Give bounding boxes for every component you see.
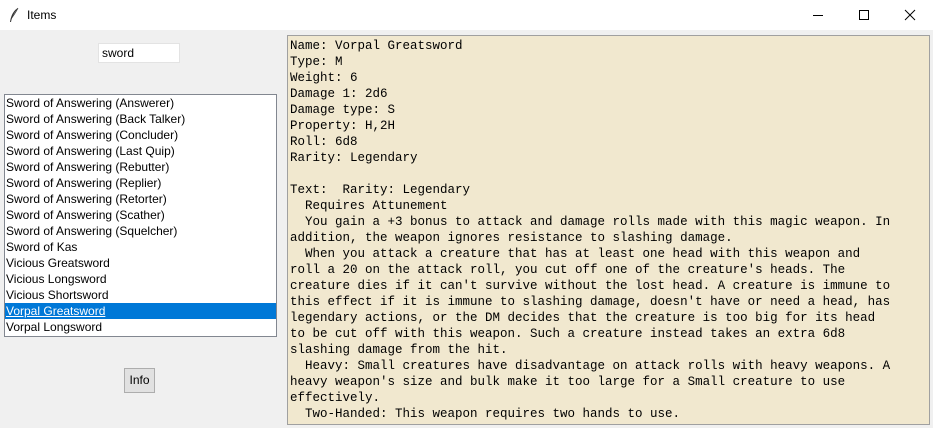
detail-line: Weight: 6 [290,71,358,85]
detail-line: Two-Handed: This weapon requires two han… [290,407,681,421]
detail-line: creature dies if it can't survive withou… [290,279,891,293]
list-item[interactable]: Vicious Longsword [5,271,276,287]
item-details-text[interactable]: Name: Vorpal Greatsword Type: M Weight: 6 D… [287,35,930,425]
detail-line: Roll: 6d8 [290,135,358,149]
list-item[interactable]: Sword of Answering (Retorter) [5,191,276,207]
close-icon [904,9,916,21]
detail-line: Text: Rarity: Legendary [290,183,471,197]
feather-icon [10,7,19,22]
list-item[interactable]: Sword of Answering (Squelcher) [5,223,276,239]
list-item[interactable]: Sword of Kas [5,239,276,255]
detail-line: You gain a +3 bonus to attack and damage… [290,215,891,229]
list-item[interactable]: Sword of Answering (Concluder) [5,127,276,143]
info-button[interactable]: Info [124,368,155,393]
minimize-icon [813,15,823,16]
close-button[interactable] [887,0,933,30]
detail-line: effectively. [290,391,381,405]
title-bar: Items [0,0,933,30]
detail-line: Property: H,2H [290,119,396,133]
detail-line: Damage type: S [290,103,396,117]
list-item[interactable]: Sword of Answering (Last Quip) [5,143,276,159]
detail-line: roll a 20 on the attack roll, you cut of… [290,263,846,277]
detail-line: slashing damage from the hit. [290,343,508,357]
list-item[interactable]: Sword of Answering (Back Talker) [5,111,276,127]
minimize-button[interactable] [795,0,841,30]
detail-line: this effect if it is immune to slashing … [290,295,891,309]
detail-line: addition, the weapon ignores resistance … [290,231,733,245]
list-item[interactable]: Sword of Answering (Replier) [5,175,276,191]
list-item[interactable]: Vorpal Longsword [5,319,276,335]
detail-line: Heavy: Small creatures have disadvantage… [290,359,891,373]
maximize-icon [859,10,869,20]
list-item[interactable]: Vicious Shortsword [5,287,276,303]
detail-line: When you attack a creature that has at l… [290,247,861,261]
search-input[interactable]: sword [98,43,180,63]
detail-line: to be cut off with this weapon. Such a c… [290,327,846,341]
detail-line: Requires Attunement [290,199,448,213]
detail-line: Damage 1: 2d6 [290,87,388,101]
list-item[interactable]: Sword of Answering (Answerer) [5,95,276,111]
detail-line: legendary actions, or the DM decides tha… [290,311,876,325]
maximize-button[interactable] [841,0,887,30]
list-item[interactable]: Vicious Greatsword [5,255,276,271]
list-item[interactable]: Sword of Answering (Scather) [5,207,276,223]
item-listbox[interactable]: Sword of Answering (Answerer) Sword of An… [4,94,277,337]
detail-line [290,166,929,182]
detail-line: Rarity: Legendary [290,151,418,165]
detail-line: Type: M [290,55,343,69]
list-item[interactable]: Sword of Answering (Rebutter) [5,159,276,175]
window-title: Items [27,8,57,22]
detail-line: heavy weapon's size and bulk make it too… [290,375,846,389]
detail-line: Name: Vorpal Greatsword [290,39,463,53]
list-item[interactable]: Vorpal Greatsword [5,303,276,319]
